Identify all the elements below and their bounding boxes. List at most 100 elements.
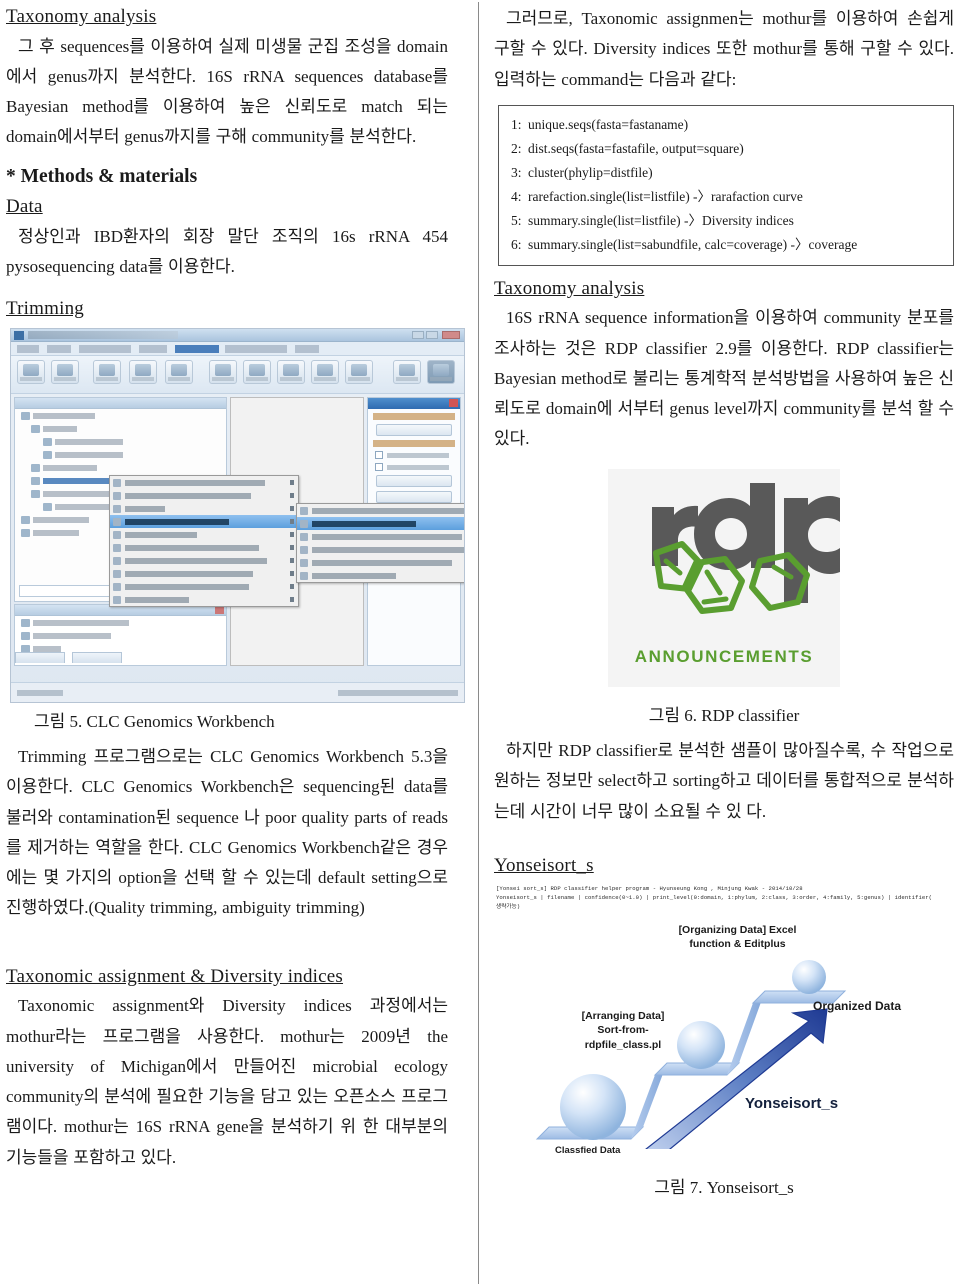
sphere-classified-data [560, 1074, 626, 1141]
toolbar-save-button[interactable] [51, 359, 79, 384]
tab-processes[interactable] [15, 651, 65, 663]
menu-edit[interactable] [47, 344, 71, 353]
menu-item-de-novo-sequencing[interactable] [110, 580, 298, 593]
toolbox-dropdown-menu[interactable] [109, 474, 299, 607]
side-panel-checkbox-name[interactable] [375, 450, 453, 459]
figure-6-caption: 그림 6. RDP classifier [648, 705, 800, 725]
toolbar-map-button[interactable] [311, 359, 339, 384]
maximize-button[interactable] [426, 330, 438, 339]
clc-menu-bar [11, 341, 464, 356]
menu-item-resequencing-analysis[interactable] [110, 541, 298, 554]
menu-file[interactable] [17, 344, 39, 353]
submenu-item-trim-sequences[interactable] [297, 516, 464, 530]
menu-download[interactable] [79, 344, 131, 353]
minimize-button[interactable] [412, 330, 424, 339]
stair-diagram-svg [535, 960, 847, 1165]
left-column: Taxonomy analysis 그 후 sequences를 이용하여 실제… [0, 0, 478, 1288]
side-panel-select-all-button[interactable] [376, 474, 452, 487]
command-number: 5: [511, 212, 522, 228]
yonseisort-usage-text: [Yonsei sort_s] RDP classifier helper pr… [496, 884, 954, 912]
menu-item-epigenomics-analysis[interactable] [110, 567, 298, 580]
command-line: 4: rarefaction.single(list=listfile) -〉ra… [511, 185, 943, 209]
menu-help[interactable] [295, 344, 319, 353]
menu-toolbox[interactable] [175, 344, 219, 353]
toolbar-new-button[interactable] [17, 359, 45, 384]
tree-item-file-1[interactable] [43, 437, 226, 448]
side-panel-dropdown[interactable] [376, 423, 452, 436]
paragraph-trimming: Trimming 프로그램으로는 CLC Genomics Workbench … [6, 747, 448, 918]
sphere-arranging-data [677, 1021, 725, 1070]
toolbar-plugins-button[interactable] [393, 359, 421, 384]
menu-item-transcriptomics-analysis[interactable] [110, 554, 298, 567]
tree-item-folder[interactable] [31, 424, 226, 435]
toolbar-delete-button[interactable] [243, 359, 271, 384]
status-right-text [338, 689, 458, 696]
heading-taxonomic-assignment-diversity: Taxonomic assignment & Diversity indices [6, 965, 344, 987]
yonseisort-usage-line-1: [Yonsei sort_s] RDP classifier helper pr… [496, 884, 803, 892]
toolbox-item-2[interactable] [21, 631, 226, 642]
paragraph-intro-mothur: 그러므로, Taxonomic assignmen는 mothur를 이용하여 … [494, 9, 954, 89]
toolbar-print-button[interactable] [93, 359, 121, 384]
menu-workspace[interactable] [225, 344, 287, 353]
document-page: Taxonomy analysis 그 후 sequences를 이용하여 실제… [0, 0, 960, 1288]
menu-item-blast[interactable] [110, 502, 298, 515]
side-panel-group-column-width [373, 412, 455, 420]
close-button[interactable] [442, 330, 460, 339]
paragraph-after-figure6: 하지만 RDP classifier로 분석한 샘플이 많아질수록, 수 작업으… [494, 741, 954, 821]
submenu-item-multiplexing[interactable] [297, 569, 464, 582]
submenu-item-merge-read-mappings[interactable] [297, 556, 464, 569]
yonseisort-usage-line-2: Yonseisort_s | filename | confidence(0~1… [496, 893, 933, 901]
heading-yonseisort: Yonseisort_s [494, 854, 594, 876]
heading-methods-materials: * Methods & materials [6, 165, 198, 187]
command-line: 3: cluster(phylip=distfile) [511, 161, 943, 185]
ngs-core-tools-submenu[interactable] [296, 502, 464, 583]
paragraph-taxonomy-analysis-left: 그 후 sequences를 이용하여 실제 미생물 군집 조성을 domain… [6, 36, 448, 147]
side-panel-close-icon[interactable] [449, 398, 458, 407]
toolbox-item-1[interactable] [21, 618, 226, 629]
toolbar-clone-button[interactable] [209, 359, 237, 384]
yonseisort-stair-diagram: [Organizing Data] Excel function & Editpl… [493, 917, 955, 1165]
command-text: dist.seqs(fasta=fastafile, output=square… [528, 140, 744, 156]
label-organizing-data: [Organizing Data] Excel function & Editpl… [678, 924, 797, 951]
command-line: 5: summary.single(list=listfile) -〉Divers… [511, 209, 943, 233]
heading-trimming: Trimming [6, 298, 84, 320]
tree-item-file-3[interactable] [31, 463, 226, 474]
submenu-item-create-sequencing-qc-report[interactable] [297, 504, 464, 517]
navigation-area-header [15, 397, 226, 409]
toolbar-download-button[interactable] [345, 359, 373, 384]
command-number: 6: [511, 236, 522, 252]
toolbar-assemble-button[interactable] [277, 359, 305, 384]
tab-toolbox[interactable] [72, 651, 123, 663]
tree-item-file-2[interactable] [43, 450, 226, 461]
rdp-logo-figure: ANNOUNCEMENTS [494, 468, 954, 687]
label-classfied-data: Classfied Data [555, 1145, 621, 1157]
tree-item-root[interactable] [21, 411, 226, 422]
command-text: cluster(phylip=distfile) [528, 164, 653, 180]
toolbar-import-button[interactable] [129, 359, 157, 384]
command-number: 2: [511, 140, 522, 156]
menu-item-classical-sequence-analysis[interactable] [110, 476, 298, 489]
toolbar-export-button[interactable] [165, 359, 193, 384]
command-number: 4: [511, 188, 522, 204]
menu-view[interactable] [139, 344, 167, 353]
submenu-item-map-reads-to-reference[interactable] [297, 530, 464, 543]
toolbox-close-icon[interactable] [215, 605, 224, 614]
rdp-logo-graphic: ANNOUNCEMENTS [608, 468, 840, 687]
submenu-item-create-detailed-mapping-report[interactable] [297, 543, 464, 556]
clc-app-icon [14, 330, 24, 340]
side-panel-header [368, 397, 460, 409]
heading-taxonomy-analysis-left: Taxonomy analysis [6, 6, 157, 27]
paragraph-taxonomic-assignment: Taxonomic assignment와 Diversity indices … [6, 996, 448, 1167]
toolbar-workspace-button[interactable] [427, 359, 455, 384]
side-panel-checkbox-description[interactable] [375, 462, 453, 471]
menu-item-molecular-biology-tools[interactable] [110, 489, 298, 502]
command-line: 6: summary.single(list=sabundfile, calc=c… [511, 233, 943, 257]
side-panel-deselect-all-button[interactable] [376, 490, 452, 503]
menu-item-ngs-core-tools[interactable] [110, 514, 298, 528]
figure-7-graphic: [Organizing Data] Excel function & Editpl… [493, 917, 955, 1165]
yonseisort-usage-line-3: 생략가능) [496, 903, 521, 911]
menu-item-workflows[interactable] [110, 593, 298, 606]
menu-item-track-tools[interactable] [110, 528, 298, 541]
heading-data: Data [6, 195, 43, 217]
label-arranging-data: [Arranging Data] Sort-from-rdpfile_class.… [581, 1010, 665, 1051]
